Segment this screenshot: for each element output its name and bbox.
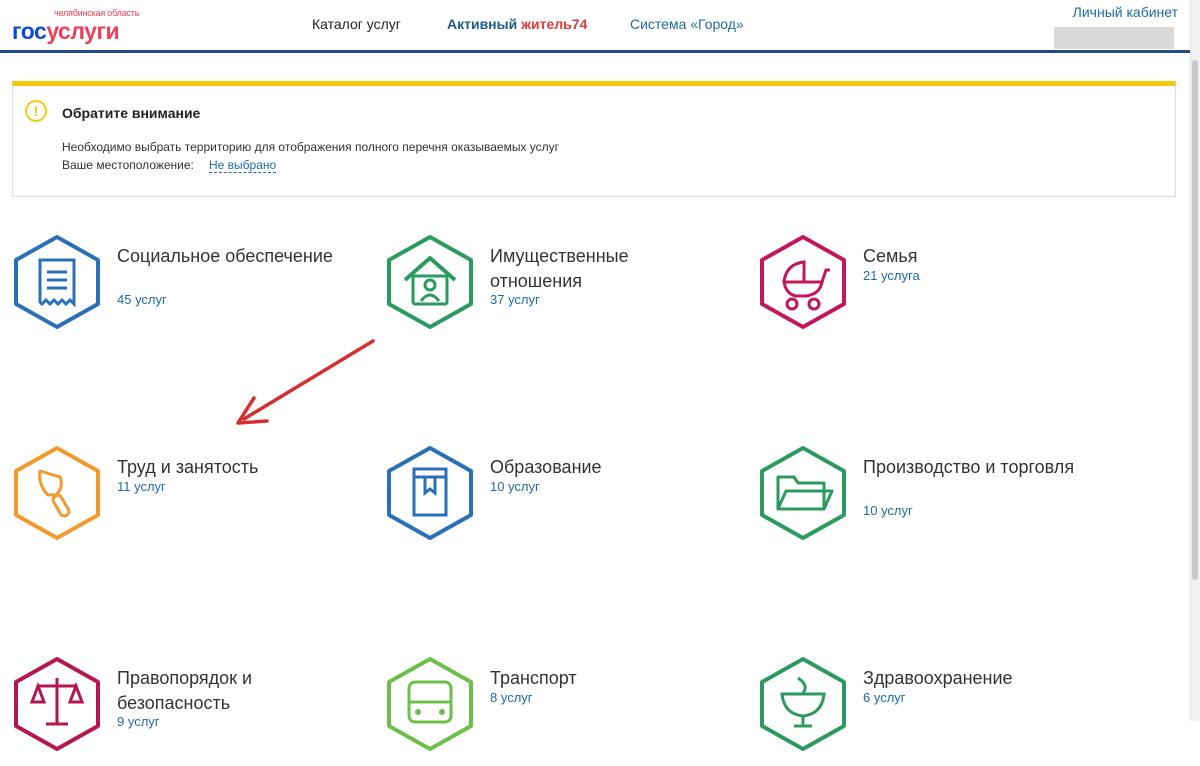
user-name-placeholder[interactable]	[1054, 27, 1174, 49]
attention-notice: ! Обратите внимание Необходимо выбрать т…	[12, 81, 1176, 197]
medicine-icon	[760, 657, 846, 751]
category-family[interactable]: Семья 21 услуга	[758, 234, 1098, 344]
category-count[interactable]: 6 услуг	[863, 690, 906, 705]
category-title[interactable]: Труд и занятость	[117, 455, 337, 480]
house-person-icon	[387, 235, 473, 329]
nav-city-system-link[interactable]: Система «Город»	[630, 16, 744, 32]
nav-active-citizen-link[interactable]: Активный житель74	[447, 16, 587, 32]
category-count[interactable]: 21 услуга	[863, 268, 920, 283]
gosuslugi-logo[interactable]: челябинская область госуслуги	[12, 8, 142, 44]
category-social[interactable]: Социальное обеспечение 45 услуг	[12, 234, 352, 344]
personal-cabinet-link[interactable]: Личный кабинет	[1073, 4, 1178, 20]
category-count[interactable]: 8 услуг	[490, 690, 533, 705]
category-title[interactable]: Транспорт	[490, 666, 710, 691]
category-production[interactable]: Производство и торговля 10 услуг	[758, 445, 1098, 555]
header-divider	[0, 50, 1200, 53]
trowel-icon	[14, 446, 100, 540]
nav-catalog-link[interactable]: Каталог услуг	[312, 16, 401, 32]
category-count[interactable]: 45 услуг	[117, 292, 167, 307]
category-title[interactable]: Социальное обеспечение	[117, 244, 337, 269]
category-transport[interactable]: Транспорт 8 услуг	[385, 656, 725, 766]
scrollbar-thumb[interactable]	[1192, 60, 1198, 580]
category-title[interactable]: Имущественные отношения	[490, 244, 710, 294]
exclamation-icon: !	[25, 100, 47, 122]
category-count[interactable]: 37 услуг	[490, 292, 540, 307]
category-title[interactable]: Правопорядок и безопасность	[117, 666, 337, 716]
scales-icon	[14, 657, 100, 751]
category-count[interactable]: 11 услуг	[117, 479, 166, 494]
category-count[interactable]: 10 услуг	[863, 503, 913, 518]
receipt-icon	[14, 235, 100, 329]
category-law[interactable]: Правопорядок и безопасность 9 услуг	[12, 656, 352, 766]
category-title[interactable]: Здравоохранение	[863, 666, 1083, 691]
category-title[interactable]: Производство и торговля	[863, 455, 1083, 480]
category-labor[interactable]: Труд и занятость 11 услуг	[12, 445, 352, 555]
category-title[interactable]: Семья	[863, 244, 1083, 269]
category-title[interactable]: Образование	[490, 455, 710, 480]
notice-title: Обратите внимание	[62, 105, 201, 121]
category-count[interactable]: 9 услуг	[117, 714, 160, 729]
category-property[interactable]: Имущественные отношения 37 услуг	[385, 234, 725, 344]
folder-icon	[760, 446, 846, 540]
annotation-arrow-icon	[236, 339, 375, 425]
logo-text: госуслуги	[12, 18, 120, 44]
baby-carriage-icon	[760, 235, 846, 329]
bus-icon	[387, 657, 473, 751]
notice-text: Необходимо выбрать территорию для отобра…	[62, 140, 560, 154]
book-icon	[387, 446, 473, 540]
header: челябинская область госуслуги Каталог ус…	[0, 0, 1200, 50]
category-health[interactable]: Здравоохранение 6 услуг	[758, 656, 1098, 766]
category-education[interactable]: Образование 10 услуг	[385, 445, 725, 555]
logo-region: челябинская область	[54, 8, 140, 18]
location-select-link[interactable]: Не выбрано	[209, 158, 277, 173]
location-label: Ваше местоположение:	[62, 158, 194, 172]
category-count[interactable]: 10 услуг	[490, 479, 540, 494]
